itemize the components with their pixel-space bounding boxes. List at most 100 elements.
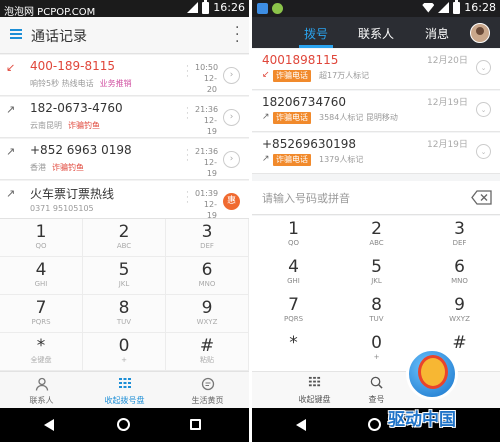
call-number: 18206734760	[262, 95, 346, 109]
dial-key-8[interactable]: 8 TUV	[83, 295, 166, 333]
call-subtitle: 超17万人标记	[319, 71, 370, 80]
dial-key-6[interactable]: 6 MNO	[166, 257, 249, 295]
status-time: 16:28	[464, 1, 496, 14]
dial-key-star[interactable]: * 全键盘	[0, 333, 83, 371]
call-number: +85269630198	[262, 137, 357, 151]
dial-key-2[interactable]: 2 ABC	[335, 216, 418, 254]
tab-contacts[interactable]: 联系人	[358, 25, 394, 42]
call-time: 10:50 12-20	[195, 63, 219, 94]
dial-key-9[interactable]: 9 WXYZ	[166, 295, 249, 333]
dial-key-4[interactable]: 4 GHI	[0, 257, 83, 295]
number-input[interactable]	[262, 188, 452, 208]
dial-key-1[interactable]: 1 QO	[252, 216, 335, 254]
dial-key-digit: 9	[201, 298, 213, 318]
dial-key-star[interactable]: *	[252, 330, 335, 368]
dial-key-1[interactable]: 1 QO	[0, 219, 83, 257]
row-more-icon[interactable]: · · ·	[186, 189, 189, 208]
dial-key-letters: MNO	[451, 277, 468, 285]
call-row[interactable]: 18206734760 ↗ 诈骗电话 3584人标记 昆明移动 12月19日 ⌄	[252, 91, 500, 132]
tab-hide-dialpad[interactable]: 收起拨号盘	[83, 372, 166, 409]
dial-key-letters: DEF	[200, 242, 214, 250]
backspace-icon[interactable]	[471, 190, 492, 205]
tab-yellow-pages[interactable]: 生活黄页	[166, 372, 249, 409]
fraud-tag: 诈骗电话	[273, 70, 311, 82]
chevron-down-icon[interactable]: ⌄	[476, 102, 491, 117]
person-icon	[0, 377, 83, 395]
dial-key-digit: 5	[118, 260, 130, 280]
dial-key-9[interactable]: 9 WXYZ	[418, 292, 500, 330]
fraud-tag: 诈骗电话	[273, 154, 311, 166]
dial-key-letters: +	[121, 356, 127, 364]
dial-key-digit: 2	[118, 222, 130, 242]
chevron-right-icon[interactable]: ›	[223, 67, 240, 84]
dial-key-letters: JKL	[371, 277, 382, 285]
back-icon[interactable]	[44, 419, 54, 431]
dial-key-8[interactable]: 8 TUV	[335, 292, 418, 330]
dial-key-4[interactable]: 4 GHI	[252, 254, 335, 292]
dial-key-5[interactable]: 5 JKL	[83, 257, 166, 295]
dial-key-letters: ABC	[116, 242, 132, 250]
menu-icon[interactable]	[10, 29, 22, 39]
call-row[interactable]: ↗ 火车票订票热线 0371 95105105 · · · 01:39 12-19 惠	[0, 181, 249, 222]
dial-key-3[interactable]: 3 DEF	[418, 216, 500, 254]
dial-key-3[interactable]: 3 DEF	[166, 219, 249, 257]
row-more-icon[interactable]: · · ·	[186, 147, 189, 166]
app-header: 拨号 联系人 消息	[252, 17, 500, 48]
shield-icon	[257, 3, 268, 14]
outgoing-call-arrow-icon: ↗	[262, 154, 270, 164]
dial-keypad: 1 QO 2 ABC 3 DEF 4 GHI 5 JKL 6 MNO 7 PQRS 8 TUV 9 WXYZ * 全键…	[0, 218, 249, 371]
call-row[interactable]: ↙ 400-189-8115 响铃5秒 热线电话 业务推销 · · · 10:50 12…	[0, 55, 249, 96]
dial-key-7[interactable]: 7 PQRS	[0, 295, 83, 333]
dial-key-digit: 6	[454, 257, 465, 277]
home-icon[interactable]	[117, 418, 130, 431]
dial-key-letters: WXYZ	[196, 318, 218, 326]
dial-key-digit: 8	[118, 298, 130, 318]
chevron-right-icon[interactable]: ›	[223, 151, 240, 168]
row-more-icon[interactable]: · · ·	[186, 105, 189, 124]
tab-messages[interactable]: 消息	[425, 25, 449, 42]
home-icon[interactable]	[368, 418, 381, 431]
dial-key-letters: QO	[287, 239, 300, 247]
tab-dial[interactable]: 拨号	[304, 25, 328, 42]
wifi-icon	[422, 2, 435, 13]
dial-key-6[interactable]: 6 MNO	[418, 254, 500, 292]
outgoing-call-arrow-icon: ↗	[262, 112, 270, 122]
avatar[interactable]	[470, 23, 490, 43]
number-input-bar	[252, 181, 500, 215]
dial-key-digit: 4	[35, 260, 47, 280]
chevron-down-icon[interactable]: ⌄	[476, 144, 491, 159]
dial-key-letters: JKL	[118, 280, 130, 288]
dialpad-icon	[83, 377, 166, 395]
status-bar: 16:28	[252, 0, 500, 17]
dial-key-digit: 7	[35, 298, 47, 318]
tab-contacts[interactable]: 联系人	[0, 372, 83, 409]
dial-key-0[interactable]: 0 +	[83, 333, 166, 371]
chevron-down-icon[interactable]: ⌄	[476, 60, 491, 75]
dial-key-letters: TUV	[116, 318, 132, 326]
active-tab-indicator	[299, 45, 333, 48]
dial-key-2[interactable]: 2 ABC	[83, 219, 166, 257]
row-more-icon[interactable]: · · ·	[186, 63, 189, 82]
dial-key-letters: PQRS	[283, 315, 304, 323]
chevron-right-icon[interactable]: ›	[223, 109, 240, 126]
call-row[interactable]: 4001898115 ↙ 诈骗电话 超17万人标记 12月20日 ⌄	[252, 49, 500, 90]
dial-key-hash[interactable]: # 粘贴	[166, 333, 249, 371]
system-nav-bar	[0, 408, 249, 442]
outgoing-call-arrow-icon: ↗	[6, 145, 16, 158]
call-row[interactable]: ↗ +852 6963 0198 香港 诈骗钓鱼 · · · 21:36 12-19 ›	[0, 139, 249, 180]
signal-icon	[438, 2, 450, 13]
more-vert-icon[interactable]: · · ·	[235, 21, 239, 49]
dial-key-letters: TUV	[369, 315, 384, 323]
recents-icon[interactable]	[190, 419, 201, 430]
battery-icon	[453, 0, 461, 14]
dial-key-letters: WXYZ	[449, 315, 470, 323]
dial-key-5[interactable]: 5 JKL	[335, 254, 418, 292]
logo-text: 驱动中国	[388, 410, 456, 430]
call-log-list: 4001898115 ↙ 诈骗电话 超17万人标记 12月20日 ⌄ 18206…	[252, 49, 500, 175]
dial-key-7[interactable]: 7 PQRS	[252, 292, 335, 330]
call-row[interactable]: +85269630198 ↗ 诈骗电话 1379人标记 12月19日 ⌄	[252, 133, 500, 174]
missed-call-arrow-icon: ↙	[6, 61, 16, 74]
back-icon[interactable]	[296, 419, 306, 431]
call-row[interactable]: ↗ 182-0673-4760 云南昆明 诈骗钓鱼 · · · 21:36 12-19 …	[0, 97, 249, 138]
discount-badge[interactable]: 惠	[223, 193, 240, 210]
